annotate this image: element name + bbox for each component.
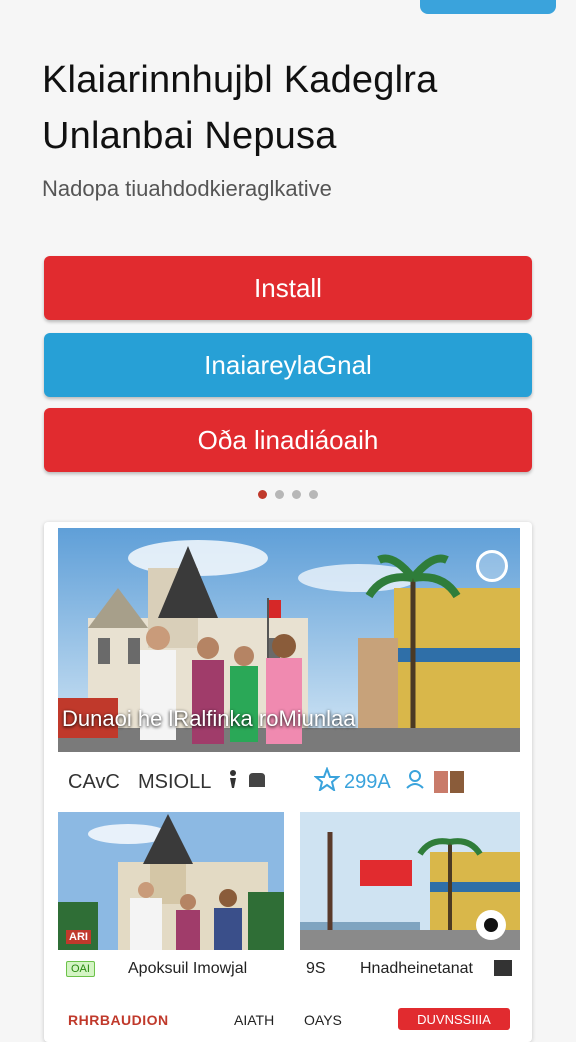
star-icon[interactable]	[313, 766, 344, 797]
stats-left-label: CAvC	[68, 770, 120, 793]
stats-mid-label: MSIOLL	[138, 770, 212, 793]
figure-icon	[226, 769, 246, 795]
top-notification-pill[interactable]	[420, 0, 556, 14]
thumbnail-right-label: Hnadheinetanat	[360, 960, 473, 977]
carousel-pagination	[0, 490, 576, 499]
thumbnail-right[interactable]	[300, 812, 520, 950]
pagination-dot-active[interactable]	[258, 490, 267, 499]
thumbnail-right-icon	[494, 960, 512, 976]
pagination-dot[interactable]	[275, 490, 284, 499]
thumbnail-labels: OAI Apoksuil Imowjal 9S Hnadheinetanat	[58, 952, 520, 986]
hero-caption: Dunaoi he lRalfinka roMiunlaa	[62, 706, 356, 731]
secondary-button[interactable]: InaiareylaGnal	[44, 333, 532, 397]
stats-row: CAvC MSIOLL 299A	[58, 756, 520, 808]
thumbnail-left[interactable]: ARI	[58, 812, 284, 950]
pagination-dot[interactable]	[309, 490, 318, 499]
thumbnail-logo: ARI	[66, 930, 91, 944]
bottom-mid-label-1: AIATH	[234, 1012, 275, 1028]
stats-count: 299A	[344, 770, 391, 793]
user-icon[interactable]	[404, 768, 434, 796]
bookmark-icon[interactable]	[476, 550, 508, 582]
avatar-thumbnails[interactable]	[434, 771, 464, 793]
bottom-left-label[interactable]: RHRBAUDION	[68, 1012, 169, 1028]
content-card: Dunaoi he lRalfinka roMiunlaa CAvC MSIOL…	[44, 522, 532, 1042]
pagination-dot[interactable]	[292, 490, 301, 499]
thumbnail-tag: OAI	[66, 960, 95, 978]
record-icon[interactable]	[476, 910, 506, 940]
bottom-action-button[interactable]: DUVNSSIIIA	[398, 1008, 510, 1030]
tertiary-button[interactable]: Oða linadiáoaih	[44, 408, 532, 472]
page-title: Klaiarinnhujbl Kadeglra Unlanbai Nepusa	[42, 59, 438, 157]
hand-icon	[246, 769, 286, 795]
bottom-mid-label-2: OAYS	[304, 1012, 342, 1028]
hero-image[interactable]: Dunaoi he lRalfinka roMiunlaa	[58, 528, 520, 752]
thumbnail-right-prefix: 9S	[306, 960, 326, 977]
thumbnail-left-label: Apoksuil Imowjal	[128, 960, 248, 977]
bottom-row: RHRBAUDION AIATH OAYS DUVNSSIIIA	[58, 1008, 520, 1042]
page-subtitle: Nadopa tiuahdodkieraglkative	[42, 176, 332, 201]
thumbnail-left-photo	[58, 812, 284, 950]
install-button[interactable]: Install	[44, 256, 532, 320]
